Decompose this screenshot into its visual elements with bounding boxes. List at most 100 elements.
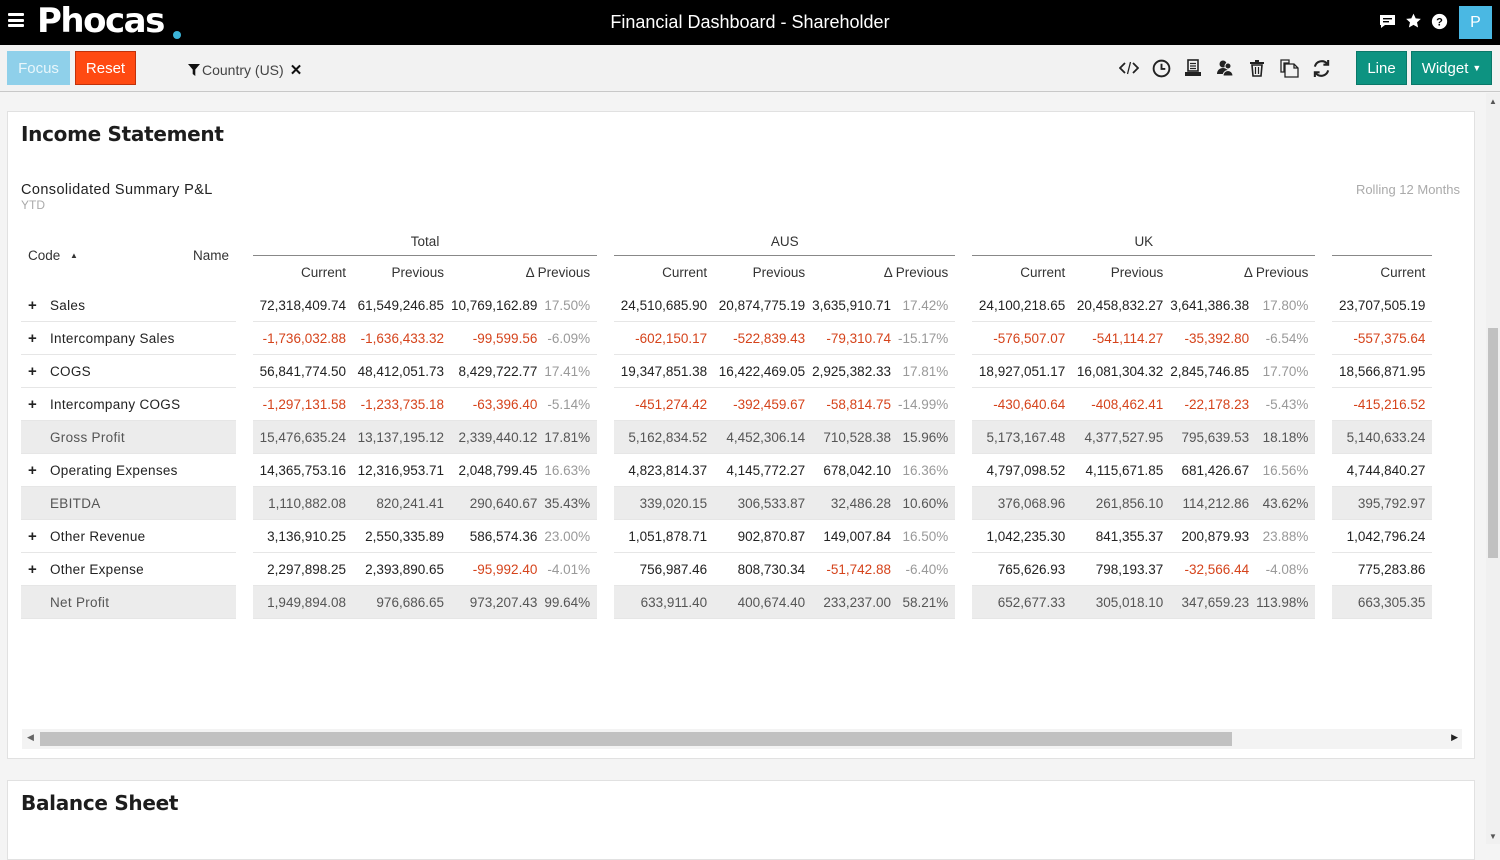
expand-row-icon[interactable]: + bbox=[28, 330, 50, 347]
table-row[interactable]: + Sales 72,318,409.74 61,549,246.85 10,769,1… bbox=[21, 289, 1433, 322]
col-next-current[interactable]: Current bbox=[1332, 256, 1432, 289]
uk-delta-cell: 200,879.93 bbox=[1170, 520, 1257, 553]
column-gap bbox=[955, 454, 972, 487]
row-name[interactable]: Operating Expenses bbox=[50, 463, 178, 478]
aus-current-cell: 633,911.40 bbox=[614, 586, 715, 619]
column-gap bbox=[1315, 289, 1332, 322]
page-scrollbar[interactable]: ▲ ▼ bbox=[1486, 93, 1500, 844]
table-row[interactable]: + Other Revenue 3,136,910.25 2,550,335.89 58… bbox=[21, 520, 1433, 553]
total-previous-cell: 12,316,953.71 bbox=[353, 454, 451, 487]
active-filter[interactable]: Country (US) ✕ bbox=[188, 61, 302, 79]
horizontal-scroll-thumb[interactable] bbox=[40, 732, 1232, 746]
table-row[interactable]: Net Profit 1,949,894.08 976,686.65 973,207.… bbox=[21, 586, 1433, 619]
phocas-logo[interactable]: Phocas bbox=[37, 1, 165, 41]
remove-filter-icon[interactable]: ✕ bbox=[290, 61, 303, 79]
table-row[interactable]: + COGS 56,841,774.50 48,412,051.73 8,429,722… bbox=[21, 355, 1433, 388]
aus-delta-pct-cell: -14.99% bbox=[897, 388, 956, 421]
total-current-cell: 3,136,910.25 bbox=[253, 520, 353, 553]
col-total-current[interactable]: Current bbox=[253, 256, 353, 289]
total-previous-cell: 13,137,195.12 bbox=[353, 421, 451, 454]
uk-previous-cell: 20,458,832.27 bbox=[1072, 289, 1171, 322]
column-gap bbox=[1315, 520, 1332, 553]
table-row[interactable]: + Other Expense 2,297,898.25 2,393,890.65 -9… bbox=[21, 553, 1433, 586]
code-column-header[interactable]: Code ▲ Name bbox=[21, 222, 236, 289]
col-uk-current[interactable]: Current bbox=[972, 256, 1072, 289]
uk-previous-cell: 261,856.10 bbox=[1072, 487, 1171, 520]
expand-row-icon[interactable]: + bbox=[28, 396, 50, 413]
col-uk-previous[interactable]: Previous bbox=[1072, 256, 1170, 289]
table-row[interactable]: + Intercompany Sales -1,736,032.88 -1,636,4… bbox=[21, 322, 1433, 355]
aus-current-cell: 4,823,814.37 bbox=[614, 454, 715, 487]
chat-icon[interactable] bbox=[1378, 11, 1396, 31]
row-name[interactable]: Sales bbox=[50, 298, 85, 313]
help-icon[interactable]: ? bbox=[1430, 11, 1448, 31]
rolling-period[interactable]: Rolling 12 Months bbox=[1356, 182, 1460, 197]
row-name[interactable]: COGS bbox=[50, 364, 91, 379]
column-gap bbox=[1315, 322, 1332, 355]
scroll-right-arrow[interactable]: ▶ bbox=[1451, 732, 1458, 743]
refresh-icon[interactable] bbox=[1310, 57, 1332, 79]
row-name[interactable]: Net Profit bbox=[50, 595, 109, 610]
user-avatar[interactable]: P bbox=[1459, 6, 1492, 39]
toolbar: Focus Reset Country (US) ✕ Line Widget ▼ bbox=[0, 45, 1500, 92]
row-name[interactable]: Other Revenue bbox=[50, 529, 145, 544]
menu-icon[interactable] bbox=[8, 13, 24, 27]
col-aus-delta[interactable]: Δ Previous bbox=[812, 256, 955, 289]
table-row[interactable]: + Operating Expenses 14,365,753.16 12,316,9… bbox=[21, 454, 1433, 487]
row-name[interactable]: Intercompany Sales bbox=[50, 331, 175, 346]
trash-icon[interactable] bbox=[1246, 57, 1268, 79]
widget-label: Widget bbox=[1421, 59, 1469, 77]
focus-button[interactable]: Focus bbox=[7, 51, 70, 85]
col-total-delta[interactable]: Δ Previous bbox=[451, 256, 597, 289]
column-gap bbox=[955, 520, 972, 553]
users-icon[interactable] bbox=[1214, 57, 1236, 79]
clock-icon[interactable] bbox=[1150, 57, 1172, 79]
uk-previous-cell: -408,462.41 bbox=[1072, 388, 1171, 421]
col-total-previous[interactable]: Previous bbox=[353, 256, 451, 289]
total-delta-cell: -63,396.40 bbox=[451, 388, 545, 421]
aus-current-cell: -451,274.42 bbox=[614, 388, 715, 421]
total-delta-pct-cell: 16.63% bbox=[544, 454, 598, 487]
col-uk-delta[interactable]: Δ Previous bbox=[1170, 256, 1315, 289]
code-icon[interactable] bbox=[1118, 57, 1140, 79]
scroll-up-arrow[interactable]: ▲ bbox=[1489, 97, 1497, 106]
aus-delta-cell: 233,237.00 bbox=[812, 586, 898, 619]
row-name[interactable]: Other Expense bbox=[50, 562, 144, 577]
line-button[interactable]: Line bbox=[1356, 51, 1407, 85]
table-row[interactable]: + Intercompany COGS -1,297,131.58 -1,233,73… bbox=[21, 388, 1433, 421]
expand-row-icon[interactable]: + bbox=[28, 297, 50, 314]
aus-current-cell: -602,150.17 bbox=[614, 322, 715, 355]
expand-row-icon[interactable]: + bbox=[28, 561, 50, 578]
column-gap bbox=[1315, 487, 1332, 520]
widget-dropdown-button[interactable]: Widget ▼ bbox=[1411, 51, 1492, 85]
uk-delta-cell: -35,392.80 bbox=[1170, 322, 1257, 355]
column-gap bbox=[597, 289, 614, 322]
horizontal-scrollbar[interactable]: ◀ ▶ bbox=[22, 729, 1462, 749]
table-row[interactable]: Gross Profit 15,476,635.24 13,137,195.12 2,… bbox=[21, 421, 1433, 454]
copy-icon[interactable] bbox=[1278, 57, 1300, 79]
row-name[interactable]: Intercompany COGS bbox=[50, 397, 180, 412]
name-header-label[interactable]: Name bbox=[193, 248, 229, 263]
total-delta-cell: -95,992.40 bbox=[451, 553, 545, 586]
expand-row-icon[interactable]: + bbox=[28, 462, 50, 479]
reset-button[interactable]: Reset bbox=[75, 51, 136, 85]
scroll-down-arrow[interactable]: ▼ bbox=[1489, 832, 1497, 841]
col-aus-previous[interactable]: Previous bbox=[714, 256, 812, 289]
row-name[interactable]: EBITDA bbox=[50, 496, 101, 511]
expand-row-icon[interactable]: + bbox=[28, 528, 50, 545]
balance-sheet-panel: Balance Sheet bbox=[7, 780, 1475, 860]
column-gap bbox=[597, 520, 614, 553]
expand-row-icon[interactable]: + bbox=[28, 363, 50, 380]
row-name[interactable]: Gross Profit bbox=[50, 430, 125, 445]
col-aus-current[interactable]: Current bbox=[614, 256, 714, 289]
table-row[interactable]: EBITDA 1,110,882.08 820,241.41 290,640.67 35… bbox=[21, 487, 1433, 520]
panel-title: Income Statement bbox=[21, 122, 224, 146]
row-label-cell: + Other Expense bbox=[21, 553, 236, 586]
uk-delta-cell: 347,659.23 bbox=[1170, 586, 1257, 619]
filter-icon bbox=[188, 64, 200, 76]
star-icon[interactable] bbox=[1404, 11, 1422, 31]
page-scroll-thumb[interactable] bbox=[1488, 328, 1498, 558]
filter-label: Country (US) bbox=[202, 62, 284, 78]
print-icon[interactable] bbox=[1182, 57, 1204, 79]
scroll-left-arrow[interactable]: ◀ bbox=[27, 732, 34, 743]
